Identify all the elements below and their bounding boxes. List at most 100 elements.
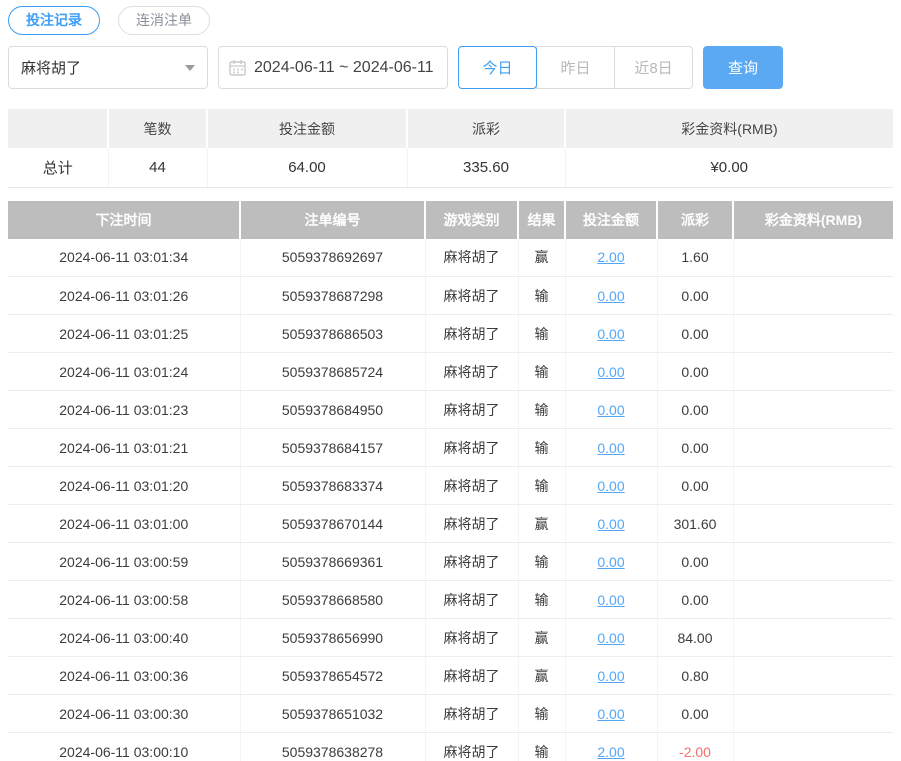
cell-result: 输 — [518, 428, 566, 467]
cell-game: 麻将胡了 — [425, 276, 519, 315]
game-type-select[interactable]: 麻将胡了 — [8, 46, 208, 89]
cell-game: 麻将胡了 — [425, 314, 519, 353]
cell-game: 麻将胡了 — [425, 732, 519, 761]
cell-result: 赢 — [518, 504, 566, 543]
cell-bet: 0.00 — [565, 656, 658, 695]
summary-total-row: 总计 44 64.00 335.60 ¥0.00 — [8, 148, 893, 188]
bet-table-header-row: 下注时间 注单编号 游戏类别 结果 投注金额 派彩 彩金资料(RMB) — [8, 200, 893, 239]
table-row: 2024-06-11 03:01:24 5059378685724 麻将胡了输 0.0… — [8, 352, 893, 391]
cell-order-id: 5059378654572 — [240, 656, 426, 695]
filter-row: 麻将胡了 2024-06-11 ~ 2024-06-11 今日 昨日 近8日 查… — [8, 46, 893, 89]
bet-amount-link[interactable]: 0.00 — [597, 630, 624, 646]
bet-amount-link[interactable]: 0.00 — [597, 516, 624, 532]
date-range-value: 2024-06-11 ~ 2024-06-11 — [254, 58, 434, 76]
calendar-icon — [229, 60, 246, 76]
cell-bet: 0.00 — [565, 580, 658, 619]
cell-game: 麻将胡了 — [425, 694, 519, 733]
cell-result: 输 — [518, 542, 566, 581]
cell-time: 2024-06-11 03:00:10 — [8, 732, 241, 761]
today-button[interactable]: 今日 — [458, 46, 537, 89]
table-row: 2024-06-11 03:00:40 5059378656990 麻将胡了赢 0.0… — [8, 618, 893, 657]
table-row: 2024-06-11 03:01:26 5059378687298 麻将胡了输 0.0… — [8, 276, 893, 315]
cell-time: 2024-06-11 03:01:20 — [8, 466, 241, 505]
header-payout: 派彩 — [657, 200, 734, 239]
cell-bet: 0.00 — [565, 504, 658, 543]
cell-bonus — [733, 238, 893, 277]
cell-game: 麻将胡了 — [425, 466, 519, 505]
cell-payout: 0.00 — [657, 276, 734, 315]
table-row: 2024-06-11 03:01:34 5059378692697 麻将胡了赢 2.0… — [8, 238, 893, 277]
cell-order-id: 5059378638278 — [240, 732, 426, 761]
bet-amount-link[interactable]: 0.00 — [597, 402, 624, 418]
cell-result: 赢 — [518, 238, 566, 277]
bet-amount-link[interactable]: 0.00 — [597, 364, 624, 380]
tab-cancelled-orders[interactable]: 连消注单 — [118, 5, 210, 35]
summary-header-bet-amount: 投注金额 — [207, 109, 408, 148]
cell-bet: 0.00 — [565, 314, 658, 353]
cell-payout: 0.00 — [657, 314, 734, 353]
date-range-input[interactable]: 2024-06-11 ~ 2024-06-11 — [218, 46, 448, 89]
cell-game: 麻将胡了 — [425, 656, 519, 695]
cell-bonus — [733, 504, 893, 543]
cell-order-id: 5059378684950 — [240, 390, 426, 429]
cell-order-id: 5059378684157 — [240, 428, 426, 467]
cell-order-id: 5059378669361 — [240, 542, 426, 581]
cell-game: 麻将胡了 — [425, 618, 519, 657]
bet-amount-link[interactable]: 2.00 — [597, 744, 624, 760]
summary-total-payout: 335.60 — [407, 148, 566, 188]
summary-total-label: 总计 — [8, 148, 109, 188]
last-8-days-button[interactable]: 近8日 — [614, 46, 693, 89]
cell-game: 麻将胡了 — [425, 390, 519, 429]
bet-amount-link[interactable]: 0.00 — [597, 326, 624, 342]
cell-payout: -2.00 — [657, 732, 734, 761]
table-row: 2024-06-11 03:01:00 5059378670144 麻将胡了赢 0.0… — [8, 504, 893, 543]
cell-payout: 0.00 — [657, 352, 734, 391]
summary-header-row: 笔数 投注金额 派彩 彩金资料(RMB) — [8, 109, 893, 148]
table-row: 2024-06-11 03:01:23 5059378684950 麻将胡了输 0.0… — [8, 390, 893, 429]
bet-amount-link[interactable]: 2.00 — [597, 249, 624, 265]
cell-order-id: 5059378692697 — [240, 238, 426, 277]
cell-payout: 0.00 — [657, 542, 734, 581]
bet-amount-link[interactable]: 0.00 — [597, 440, 624, 456]
bet-amount-link[interactable]: 0.00 — [597, 288, 624, 304]
tabs-row: 投注记录 连消注单 — [8, 5, 893, 35]
cell-game: 麻将胡了 — [425, 542, 519, 581]
yesterday-button[interactable]: 昨日 — [536, 46, 615, 89]
cell-bonus — [733, 390, 893, 429]
cell-game: 麻将胡了 — [425, 504, 519, 543]
cell-order-id: 5059378686503 — [240, 314, 426, 353]
bet-amount-link[interactable]: 0.00 — [597, 592, 624, 608]
cell-game: 麻将胡了 — [425, 238, 519, 277]
cell-bet: 2.00 — [565, 238, 658, 277]
table-row: 2024-06-11 03:00:58 5059378668580 麻将胡了输 0.0… — [8, 580, 893, 619]
header-game-type: 游戏类别 — [425, 200, 519, 239]
cell-bet: 0.00 — [565, 390, 658, 429]
tab-betting-records[interactable]: 投注记录 — [8, 5, 100, 35]
cell-bet: 0.00 — [565, 618, 658, 657]
table-row: 2024-06-11 03:00:30 5059378651032 麻将胡了输 0.0… — [8, 694, 893, 733]
bet-amount-link[interactable]: 0.00 — [597, 478, 624, 494]
cell-order-id: 5059378670144 — [240, 504, 426, 543]
summary-table: 笔数 投注金额 派彩 彩金资料(RMB) 总计 44 64.00 335.60 … — [8, 109, 893, 188]
cell-time: 2024-06-11 03:00:59 — [8, 542, 241, 581]
cell-payout: 0.00 — [657, 390, 734, 429]
cell-time: 2024-06-11 03:00:36 — [8, 656, 241, 695]
quick-date-button-group: 今日 昨日 近8日 — [458, 46, 693, 89]
summary-header-payout: 派彩 — [407, 109, 566, 148]
cell-order-id: 5059378683374 — [240, 466, 426, 505]
cell-result: 赢 — [518, 656, 566, 695]
cell-result: 输 — [518, 580, 566, 619]
bet-amount-link[interactable]: 0.00 — [597, 554, 624, 570]
header-bet-amount: 投注金额 — [565, 200, 658, 239]
cell-order-id: 5059378685724 — [240, 352, 426, 391]
summary-total-bet-amount: 64.00 — [207, 148, 408, 188]
cell-result: 输 — [518, 352, 566, 391]
cell-payout: 301.60 — [657, 504, 734, 543]
cell-payout: 0.00 — [657, 694, 734, 733]
bet-amount-link[interactable]: 0.00 — [597, 706, 624, 722]
cell-time: 2024-06-11 03:01:21 — [8, 428, 241, 467]
bet-amount-link[interactable]: 0.00 — [597, 668, 624, 684]
cell-time: 2024-06-11 03:00:30 — [8, 694, 241, 733]
cell-time: 2024-06-11 03:00:58 — [8, 580, 241, 619]
search-button[interactable]: 查询 — [703, 46, 783, 89]
